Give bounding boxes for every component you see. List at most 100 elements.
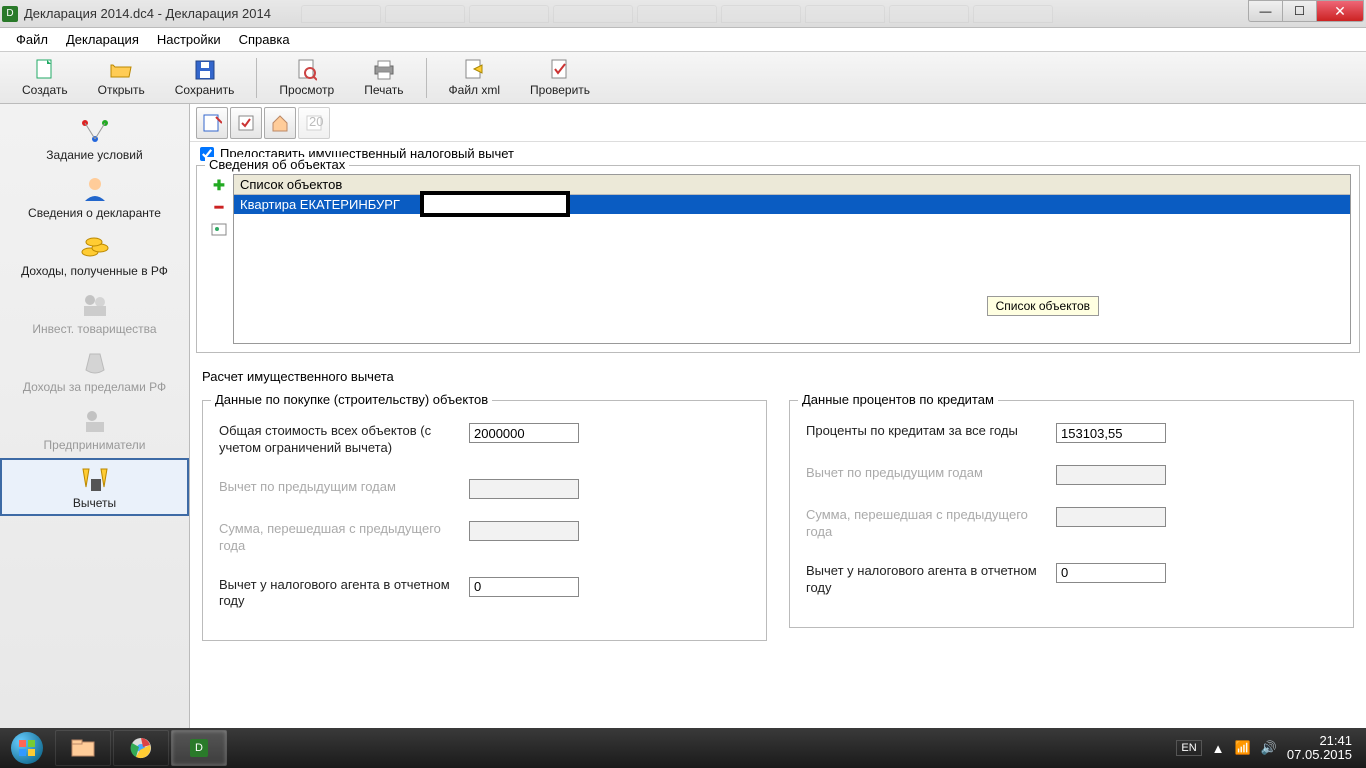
business-icon [75, 406, 115, 436]
deductions-icon [75, 464, 115, 494]
section-btn-3[interactable] [264, 107, 296, 139]
new-file-icon [34, 59, 56, 81]
total-cost-row: Общая стоимость всех объектов (с учетом … [219, 423, 758, 457]
section-btn-1[interactable] [196, 107, 228, 139]
remove-object-button[interactable]: ━ [209, 198, 229, 216]
preview-icon [296, 59, 318, 81]
interest-data-group: Данные процентов по кредитам Проценты по… [789, 400, 1354, 628]
flag-icon[interactable]: ▲ [1212, 741, 1225, 756]
sidebar-item-declarant[interactable]: Сведения о декларанте [0, 168, 189, 226]
start-button[interactable] [0, 728, 54, 768]
main-area: Задание условий Сведения о декларанте До… [0, 104, 1366, 728]
total-cost-input[interactable] [469, 423, 579, 443]
calc-legend: Расчет имущественного вычета [202, 367, 1354, 386]
printer-icon [373, 59, 395, 81]
check-button[interactable]: Проверить [516, 54, 604, 102]
provide-deduction-row: Предоставить имущественный налоговый выч… [190, 142, 1366, 165]
objects-group: Сведения об объектах ✚ ━ Список объектов… [196, 165, 1360, 353]
prev-years-r-input [1056, 465, 1166, 485]
sidebar-item-conditions[interactable]: Задание условий [0, 110, 189, 168]
language-indicator[interactable]: EN [1176, 740, 1201, 756]
carry-over-r-input [1056, 507, 1166, 527]
task-explorer[interactable] [55, 730, 111, 766]
separator [426, 58, 427, 98]
people-icon [75, 290, 115, 320]
print-button[interactable]: Печать [350, 54, 417, 102]
sidebar-item-income-rf[interactable]: Доходы, полученные в РФ [0, 226, 189, 284]
person-icon [75, 174, 115, 204]
purchase-data-group: Данные по покупке (строительству) объект… [202, 400, 767, 641]
sidebar-item-deductions[interactable]: Вычеты [0, 458, 189, 516]
menu-settings[interactable]: Настройки [149, 30, 229, 49]
sidebar-item-invest[interactable]: Инвест. товарищества [0, 284, 189, 342]
agent-r-row: Вычет у налогового агента в отчетном год… [806, 563, 1345, 597]
titlebar: D Декларация 2014.dc4 - Декларация 2014 … [0, 0, 1366, 28]
xml-icon [463, 59, 485, 81]
task-chrome[interactable] [113, 730, 169, 766]
sidebar-label: Инвест. товарищества [32, 322, 156, 336]
separator [256, 58, 257, 98]
agent-r-input[interactable] [1056, 563, 1166, 583]
background-tabs [301, 5, 1364, 23]
close-button[interactable]: ✕ [1316, 0, 1364, 22]
object-buttons: ✚ ━ [205, 174, 233, 344]
toolbar: Создать Открыть Сохранить Просмотр Печат… [0, 52, 1366, 104]
system-tray: EN ▲ 📶 🔊 21:41 07.05.2015 [1176, 734, 1366, 763]
sidebar-label: Вычеты [73, 496, 116, 510]
content: 20.. Предоставить имущественный налоговы… [190, 104, 1366, 728]
agent-input[interactable] [469, 577, 579, 597]
prev-years-row: Вычет по предыдущим годам [219, 479, 758, 499]
minimize-button[interactable]: — [1248, 0, 1282, 22]
taskbar: D EN ▲ 📶 🔊 21:41 07.05.2015 [0, 728, 1366, 768]
carry-over-row: Сумма, перешедшая с предыдущего года [219, 521, 758, 555]
sidebar-label: Доходы за пределами РФ [23, 380, 166, 394]
save-button[interactable]: Сохранить [161, 54, 249, 102]
menu-file[interactable]: Файл [8, 30, 56, 49]
money-bag-icon [75, 348, 115, 378]
tooltip: Список объектов [987, 296, 1099, 316]
carry-over-r-row: Сумма, перешедшая с предыдущего года [806, 507, 1345, 541]
section-btn-2[interactable] [230, 107, 262, 139]
prev-years-r-row: Вычет по предыдущим годам [806, 465, 1345, 485]
object-row[interactable]: Квартира ЕКАТЕРИНБУРГ [234, 195, 1350, 214]
window-title: Декларация 2014.dc4 - Декларация 2014 [24, 6, 271, 21]
calculation-section: Расчет имущественного вычета Данные по п… [190, 359, 1366, 647]
conditions-icon [75, 116, 115, 146]
svg-text:20..: 20.. [309, 114, 324, 129]
edit-object-button[interactable] [209, 220, 229, 238]
task-declaration[interactable]: D [171, 730, 227, 766]
app-icon: D [2, 6, 18, 22]
check-icon [549, 59, 571, 81]
objects-list[interactable]: Список объектов Квартира ЕКАТЕРИНБУРГ [233, 174, 1351, 344]
add-object-button[interactable]: ✚ [209, 176, 229, 194]
sidebar-item-income-foreign[interactable]: Доходы за пределами РФ [0, 342, 189, 400]
sidebar: Задание условий Сведения о декларанте До… [0, 104, 190, 728]
interest-legend: Данные процентов по кредитам [798, 392, 998, 407]
sidebar-label: Задание условий [46, 148, 142, 162]
objects-legend: Сведения об объектах [205, 157, 349, 172]
menu-help[interactable]: Справка [231, 30, 298, 49]
interest-row: Проценты по кредитам за все годы [806, 423, 1345, 443]
objects-list-header: Список объектов [234, 175, 1350, 195]
windows-logo-icon [11, 732, 43, 764]
menubar: Файл Декларация Настройки Справка [0, 28, 1366, 52]
sidebar-label: Предприниматели [44, 438, 146, 452]
sidebar-item-entrepreneurs[interactable]: Предприниматели [0, 400, 189, 458]
coins-icon [75, 232, 115, 262]
section-toolbar: 20.. [190, 104, 1366, 142]
volume-icon[interactable]: 🔊 [1261, 740, 1277, 756]
agent-row: Вычет у налогового агента в отчетном год… [219, 577, 758, 611]
network-icon[interactable]: 📶 [1235, 740, 1251, 756]
open-button[interactable]: Открыть [84, 54, 159, 102]
interest-input[interactable] [1056, 423, 1166, 443]
filexml-button[interactable]: Файл xml [435, 54, 515, 102]
carry-over-input [469, 521, 579, 541]
preview-button[interactable]: Просмотр [265, 54, 348, 102]
clock[interactable]: 21:41 07.05.2015 [1287, 734, 1352, 763]
sidebar-label: Доходы, полученные в РФ [21, 264, 168, 278]
create-button[interactable]: Создать [8, 54, 82, 102]
section-btn-4[interactable]: 20.. [298, 107, 330, 139]
menu-declaration[interactable]: Декларация [58, 30, 147, 49]
purchase-legend: Данные по покупке (строительству) объект… [211, 392, 492, 407]
maximize-button[interactable]: ☐ [1282, 0, 1316, 22]
